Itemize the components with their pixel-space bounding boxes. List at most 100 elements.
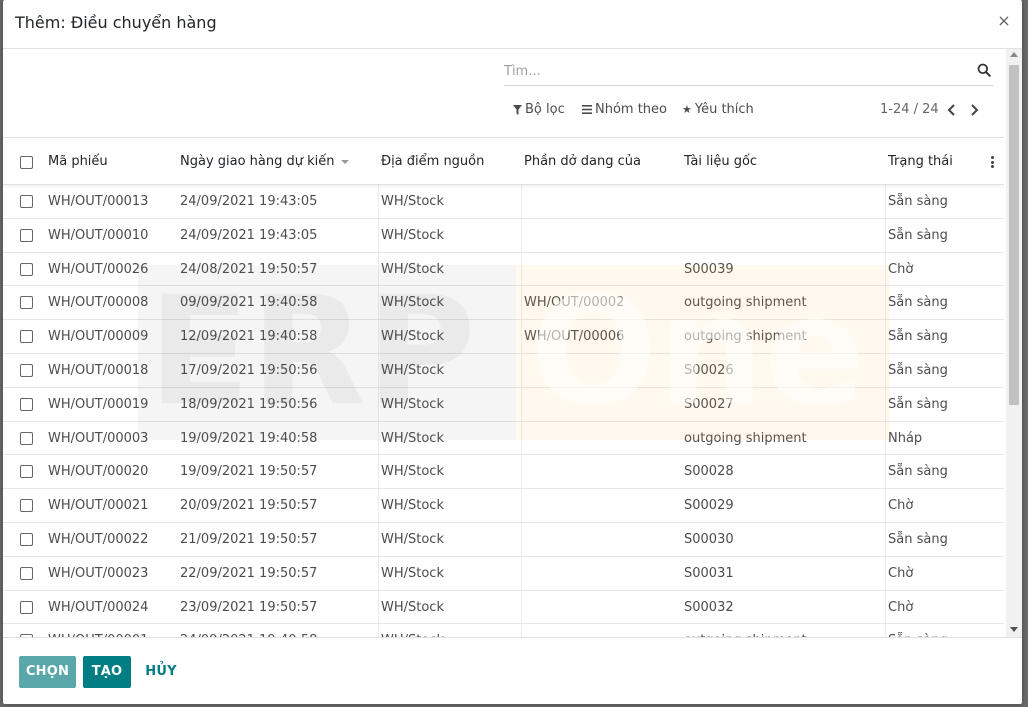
cell-status: Sẵn sàng bbox=[888, 396, 948, 412]
search-icon[interactable] bbox=[977, 63, 991, 77]
column-divider bbox=[521, 590, 522, 624]
transfer-list: Mã phiếu Ngày giao hàng dự kiến Địa điểm… bbox=[3, 137, 1004, 637]
row-checkbox[interactable] bbox=[20, 363, 33, 377]
table-row[interactable]: WH/OUT/00022 21/09/2021 19:50:57 WH/Stock S… bbox=[3, 522, 1004, 557]
cell-backorder-of: WH/OUT/00002 bbox=[524, 295, 625, 311]
cell-source-document: outgoing shipment bbox=[684, 329, 807, 345]
add-transfer-dialog: Thêm: Điều chuyển hàng × Bộ lọc Nhóm the… bbox=[3, 0, 1022, 704]
cell-source-location: WH/Stock bbox=[381, 430, 444, 446]
column-divider bbox=[378, 218, 379, 252]
column-divider bbox=[885, 624, 886, 637]
table-row[interactable]: WH/OUT/00013 24/09/2021 19:43:05 WH/Stock S… bbox=[3, 185, 1004, 219]
column-divider bbox=[378, 489, 379, 522]
cell-scheduled-date: 19/09/2021 19:40:58 bbox=[180, 430, 318, 446]
row-checkbox[interactable] bbox=[20, 566, 33, 580]
choose-button[interactable]: CHỌN bbox=[19, 656, 76, 688]
table-row[interactable]: WH/OUT/00010 24/09/2021 19:43:05 WH/Stock S… bbox=[3, 218, 1004, 253]
table-row[interactable]: WH/OUT/00026 24/08/2021 19:50:57 WH/Stock S… bbox=[3, 252, 1004, 287]
pager-previous-icon[interactable] bbox=[946, 103, 958, 117]
scroll-down-arrow-icon[interactable] bbox=[1010, 627, 1018, 632]
group-by-button[interactable]: Nhóm theo bbox=[582, 102, 667, 117]
cell-reference: WH/OUT/00022 bbox=[48, 531, 149, 547]
list-scrollbar[interactable] bbox=[1006, 49, 1022, 638]
table-row[interactable]: WH/OUT/00024 23/09/2021 19:50:57 WH/Stock S… bbox=[3, 590, 1004, 625]
column-divider bbox=[885, 185, 886, 218]
cell-status: Chờ bbox=[888, 498, 914, 514]
row-checkbox[interactable] bbox=[20, 397, 33, 411]
column-divider bbox=[521, 624, 522, 637]
column-divider bbox=[378, 455, 379, 489]
column-divider bbox=[378, 286, 379, 320]
cell-reference: WH/OUT/00018 bbox=[48, 362, 149, 378]
cell-backorder-of: WH/OUT/00006 bbox=[524, 329, 625, 345]
row-checkbox[interactable] bbox=[20, 330, 33, 344]
table-row[interactable]: WH/OUT/00009 12/09/2021 19:40:58 WH/Stock W… bbox=[3, 320, 1004, 354]
table-row[interactable]: WH/OUT/0000124/09/2021 19:40:58WH/Stocko… bbox=[3, 624, 1004, 637]
row-checkbox[interactable] bbox=[20, 465, 33, 479]
favorites-button[interactable]: ★ Yêu thích bbox=[682, 102, 754, 117]
column-divider bbox=[378, 353, 379, 387]
column-divider bbox=[521, 252, 522, 286]
cell-reference: WH/OUT/00009 bbox=[48, 329, 149, 345]
row-checkbox[interactable] bbox=[20, 262, 33, 276]
cell-scheduled-date: 09/09/2021 19:40:58 bbox=[180, 295, 318, 311]
row-checkbox[interactable] bbox=[20, 499, 33, 513]
filter-label: Bộ lọc bbox=[525, 102, 565, 117]
cell-scheduled-date: 21/09/2021 19:50:57 bbox=[180, 531, 318, 547]
table-row[interactable]: WH/OUT/00003 19/09/2021 19:40:58 WH/Stock o… bbox=[3, 421, 1004, 456]
column-header-source-location[interactable]: Địa điểm nguồn bbox=[381, 154, 484, 169]
column-divider bbox=[521, 387, 522, 421]
search-input[interactable] bbox=[504, 61, 964, 81]
cell-status: Chờ bbox=[888, 599, 914, 615]
table-row[interactable]: WH/OUT/00023 22/09/2021 19:50:57 WH/Stock S… bbox=[3, 556, 1004, 591]
row-checkbox[interactable] bbox=[20, 600, 33, 614]
pager-next-icon[interactable] bbox=[968, 103, 980, 117]
column-header-status[interactable]: Trạng thái bbox=[888, 154, 953, 169]
row-checkbox[interactable] bbox=[20, 228, 33, 242]
row-checkbox[interactable] bbox=[20, 195, 33, 208]
table-row[interactable]: WH/OUT/00018 17/09/2021 19:50:56 WH/Stock S… bbox=[3, 353, 1004, 388]
column-header-backorder-of[interactable]: Phần dở dang của bbox=[524, 154, 641, 169]
column-divider bbox=[521, 286, 522, 320]
table-row[interactable]: WH/OUT/00019 18/09/2021 19:50:56 WH/Stock S… bbox=[3, 387, 1004, 422]
table-header: Mã phiếu Ngày giao hàng dự kiến Địa điểm… bbox=[3, 137, 1004, 185]
filter-button[interactable]: Bộ lọc bbox=[513, 102, 565, 117]
cell-status: Sẵn sàng bbox=[888, 464, 948, 480]
table-row[interactable]: WH/OUT/00020 19/09/2021 19:50:57 WH/Stock S… bbox=[3, 455, 1004, 490]
select-all-checkbox[interactable] bbox=[20, 156, 33, 169]
group-by-label: Nhóm theo bbox=[595, 102, 668, 117]
column-header-reference[interactable]: Mã phiếu bbox=[48, 154, 108, 169]
column-divider bbox=[521, 421, 522, 455]
row-checkbox[interactable] bbox=[20, 532, 33, 546]
cell-source-location: WH/Stock bbox=[381, 194, 444, 209]
optional-columns-icon[interactable] bbox=[991, 156, 995, 168]
column-divider bbox=[885, 556, 886, 590]
cell-status: Sẵn sàng bbox=[888, 295, 948, 311]
column-divider bbox=[378, 185, 379, 218]
column-header-source-document[interactable]: Tài liệu gốc bbox=[684, 154, 757, 169]
cell-scheduled-date: 23/09/2021 19:50:57 bbox=[180, 599, 318, 615]
column-divider bbox=[521, 320, 522, 353]
scrollbar-thumb[interactable] bbox=[1009, 65, 1019, 405]
cell-scheduled-date: 22/09/2021 19:50:57 bbox=[180, 565, 318, 581]
cell-source-location: WH/Stock bbox=[381, 362, 444, 378]
cell-source-location: WH/Stock bbox=[381, 227, 444, 243]
cell-source-document: S00032 bbox=[684, 599, 734, 615]
column-divider bbox=[885, 455, 886, 489]
cell-scheduled-date: 24/09/2021 19:43:05 bbox=[180, 194, 318, 209]
row-checkbox[interactable] bbox=[20, 296, 33, 310]
cell-reference: WH/OUT/00024 bbox=[48, 599, 149, 615]
row-checkbox[interactable] bbox=[20, 431, 33, 445]
pager-value[interactable]: 1-24 / 24 bbox=[880, 102, 939, 117]
dialog-title: Thêm: Điều chuyển hàng bbox=[15, 13, 217, 32]
table-row[interactable]: WH/OUT/00021 20/09/2021 19:50:57 WH/Stock S… bbox=[3, 489, 1004, 523]
cell-scheduled-date: 19/09/2021 19:50:57 bbox=[180, 464, 318, 480]
close-button[interactable]: × bbox=[997, 12, 1011, 30]
dialog-header: Thêm: Điều chuyển hàng × bbox=[3, 0, 1022, 49]
scroll-up-arrow-icon[interactable] bbox=[1010, 52, 1018, 57]
cell-status: Chờ bbox=[888, 261, 914, 277]
column-header-scheduled-date[interactable]: Ngày giao hàng dự kiến bbox=[180, 154, 349, 169]
create-button[interactable]: TẠO bbox=[83, 656, 131, 688]
table-row[interactable]: WH/OUT/00008 09/09/2021 19:40:58 WH/Stock W… bbox=[3, 286, 1004, 321]
cancel-button[interactable]: HỦY bbox=[139, 656, 183, 688]
